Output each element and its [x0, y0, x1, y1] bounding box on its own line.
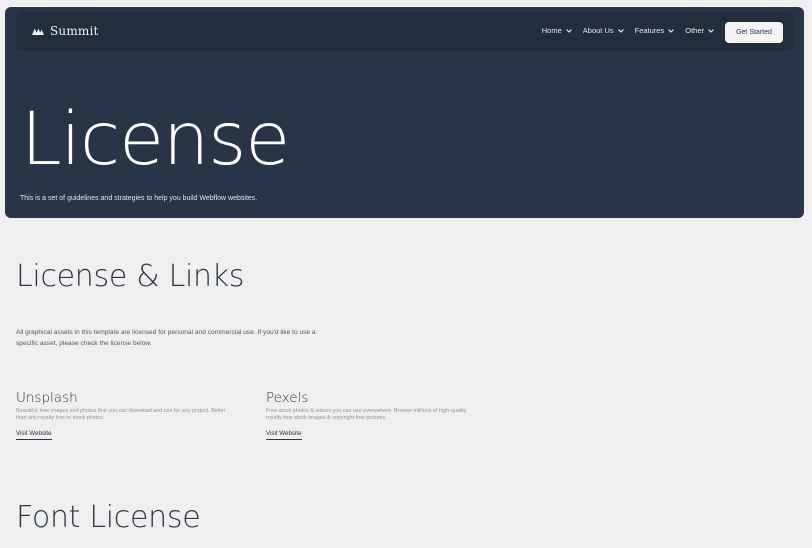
- chevron-down-icon: [668, 28, 675, 33]
- brand-name: Summit: [50, 24, 99, 38]
- nav-item-label: Other: [685, 26, 704, 35]
- chevron-down-icon: [565, 28, 572, 33]
- resource-description: Beautiful, free images and photos that y…: [16, 408, 226, 422]
- license-links-heading: License & Links: [16, 259, 245, 294]
- resource-title: Unsplash: [16, 390, 78, 406]
- chevron-down-icon: [617, 28, 624, 33]
- license-intro-text: All graphical assets in this template ar…: [16, 329, 316, 347]
- nav-item-home[interactable]: Home: [542, 26, 572, 35]
- page-title: License: [21, 97, 290, 182]
- nav-item-about-us[interactable]: About Us: [583, 26, 624, 35]
- chevron-down-icon: [708, 28, 714, 33]
- hero-section: Summit Home About Us Features Other Get …: [5, 7, 804, 218]
- nav-item-label: About Us: [582, 26, 614, 35]
- brand-link[interactable]: Summit: [32, 24, 99, 38]
- visit-website-link[interactable]: Visit Website: [266, 430, 302, 441]
- resource-description: Free stock photos & videos you can use e…: [266, 408, 467, 422]
- navbar: Summit Home About Us Features Other Get …: [16, 12, 793, 51]
- nav-item-other[interactable]: Other: [685, 26, 714, 35]
- summit-logo-icon: [32, 28, 44, 35]
- font-license-heading: Font License: [16, 500, 201, 535]
- get-started-button[interactable]: Get Started: [725, 22, 783, 43]
- resource-card-pexels: Pexels Free stock photos & videos you ca…: [266, 390, 481, 441]
- visit-website-link[interactable]: Visit Website: [16, 430, 52, 441]
- nav-item-label: Features: [634, 26, 665, 35]
- nav-item-features[interactable]: Features: [635, 26, 675, 35]
- resource-card-unsplash: Unsplash Beautiful, free images and phot…: [16, 390, 231, 441]
- nav-links: Home About Us Features Other: [542, 26, 714, 35]
- resource-title: Pexels: [266, 390, 309, 406]
- nav-item-label: Home: [541, 26, 562, 35]
- hero-subtitle: This is a set of guidelines and strategi…: [20, 195, 258, 202]
